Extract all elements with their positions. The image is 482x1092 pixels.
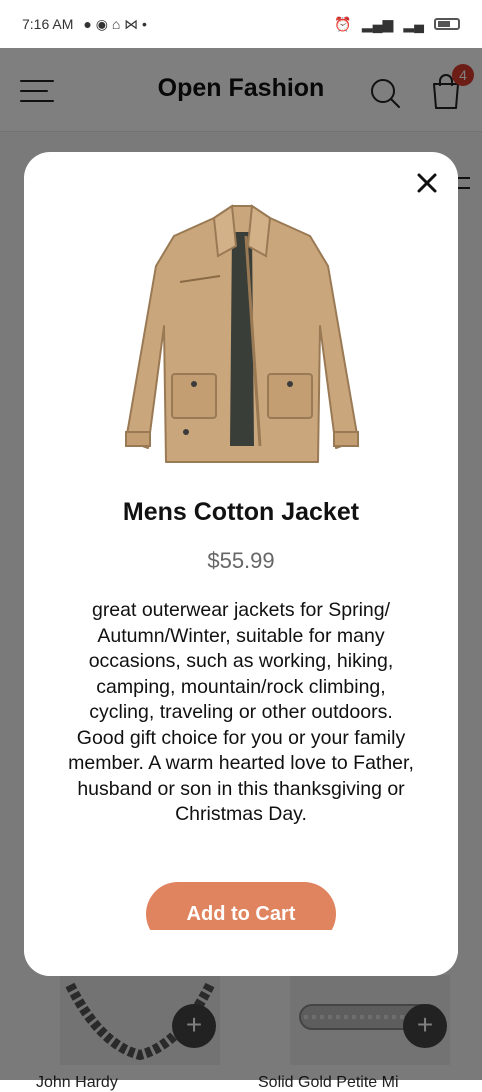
product-price: $55.99 bbox=[207, 548, 275, 573]
modal-bottom-padding bbox=[24, 930, 458, 976]
alarm-icon: ⏰ bbox=[334, 15, 352, 32]
close-icon[interactable] bbox=[414, 170, 440, 196]
status-time: 7:16 AM bbox=[22, 16, 74, 32]
wifi-icon: ▂▄ bbox=[403, 15, 424, 32]
product-name: Mens Cotton Jacket bbox=[122, 498, 360, 526]
status-bar: 7:16 AM ● ◉ ⌂ ⋈ • ⏰ ▂▄▆ ▂▄ bbox=[0, 0, 482, 48]
product-image-jacket bbox=[114, 196, 370, 466]
status-right: ⏰ ▂▄▆ ▂▄ bbox=[334, 16, 460, 33]
status-left: 7:16 AM ● ◉ ⌂ ⋈ • bbox=[22, 16, 147, 33]
notification-icons: ● ◉ ⌂ ⋈ • bbox=[83, 15, 147, 32]
product-detail-modal: Mens Cotton Jacket $55.99 great outerwea… bbox=[24, 152, 458, 976]
product-description: great outerwear jackets for Spring/ Autu… bbox=[68, 599, 414, 825]
battery-icon bbox=[434, 18, 460, 30]
signal-icon: ▂▄▆ bbox=[361, 15, 394, 32]
